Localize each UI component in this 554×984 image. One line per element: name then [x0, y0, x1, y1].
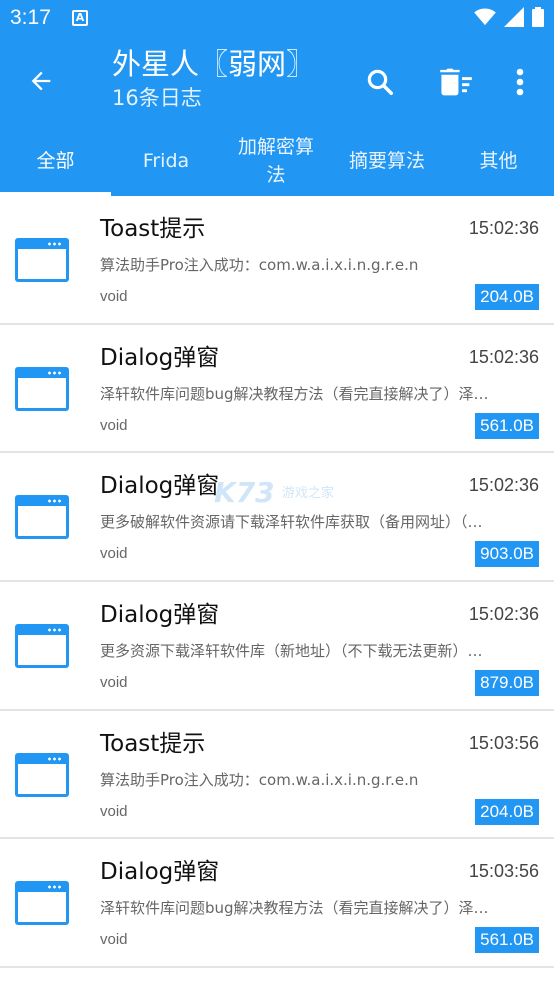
tab-all[interactable]: 全部	[0, 126, 111, 196]
status-time: 3:17	[10, 6, 51, 29]
log-desc: 泽轩软件库问题bug解决教程方法（看完直接解决了）泽…	[100, 899, 489, 918]
log-title: Dialog弹窗	[100, 473, 220, 500]
window-icon	[15, 752, 69, 797]
log-title: Dialog弹窗	[100, 602, 220, 629]
list-item[interactable]: Toast提示 15:03:56 算法助手Pro注入成功：com.w.a.i.x…	[0, 711, 554, 840]
window-icon	[15, 495, 69, 540]
log-title: Toast提示	[100, 216, 206, 242]
tab-other[interactable]: 其他	[443, 126, 554, 196]
signal-icon	[504, 7, 524, 27]
clear-logs-button[interactable]	[434, 60, 478, 104]
more-button[interactable]	[498, 60, 542, 104]
search-icon	[367, 69, 393, 95]
battery-icon	[532, 7, 544, 27]
log-time: 15:02:36	[468, 604, 539, 625]
size-badge: 204.0B	[475, 798, 539, 825]
log-time: 15:03:56	[468, 732, 539, 753]
tab-label: 摘要算法	[348, 150, 425, 172]
log-type: void	[100, 416, 128, 434]
log-title: Dialog弹窗	[100, 859, 220, 886]
title-block: 外星人〖弱网〗 16条日志	[112, 46, 315, 112]
log-list: Toast提示 15:02:36 算法助手Pro注入成功：com.w.a.i.x…	[0, 196, 554, 969]
tab-label: 其他	[479, 150, 518, 172]
back-button[interactable]	[18, 58, 64, 104]
status-bar: 3:17 A	[0, 0, 554, 36]
tab-crypto[interactable]: 加解密算法	[221, 126, 331, 196]
arrow-back-icon	[31, 71, 51, 91]
log-time: 15:03:56	[468, 861, 539, 882]
accessibility-a-icon: A	[72, 10, 88, 26]
log-time: 15:02:36	[468, 218, 539, 238]
list-item[interactable]: Toast提示 15:02:36 算法助手Pro注入成功：com.w.a.i.x…	[0, 196, 554, 325]
window-icon	[15, 624, 69, 669]
tab-frida[interactable]: Frida	[111, 126, 221, 196]
wifi-icon	[474, 8, 496, 26]
log-type: void	[100, 802, 128, 820]
tab-bar: 全部 Frida 加解密算法 摘要算法 其他	[0, 126, 554, 196]
log-type: void	[100, 931, 128, 949]
log-desc: 泽轩软件库问题bug解决教程方法（看完直接解决了）泽…	[100, 384, 489, 403]
log-title: Dialog弹窗	[100, 344, 220, 371]
status-icons	[474, 7, 544, 27]
list-item[interactable]: Dialog弹窗 15:02:36 更多破解软件资源请下载泽轩软件库获取（备用网…	[0, 453, 554, 583]
log-desc: 更多资源下载泽轩软件库（新地址）（不下载无法更新）…	[100, 642, 483, 661]
window-icon	[15, 238, 69, 282]
tab-label: 加解密算法	[237, 136, 314, 186]
window-icon	[15, 881, 69, 926]
size-badge: 204.0B	[475, 284, 539, 310]
window-icon	[15, 366, 69, 411]
list-item[interactable]: Dialog弹窗 15:02:36 泽轩软件库问题bug解决教程方法（看完直接解…	[0, 325, 554, 454]
size-badge: 879.0B	[475, 670, 539, 697]
log-count: 16条日志	[112, 86, 202, 110]
log-type: void	[100, 288, 128, 305]
list-item[interactable]: Dialog弹窗 15:03:56 泽轩软件库问题bug解决教程方法（看完直接解…	[0, 839, 554, 969]
size-badge: 561.0B	[475, 412, 539, 439]
log-type: void	[100, 674, 128, 692]
page-title: 外星人〖弱网〗	[112, 47, 316, 81]
tab-label: 全部	[36, 150, 75, 172]
log-title: Toast提示	[100, 730, 206, 757]
log-type: void	[100, 545, 128, 563]
delete-sweep-icon	[440, 68, 472, 96]
size-badge: 561.0B	[475, 927, 539, 954]
top-bar: 3:17 A 外星人〖弱网〗 16条日志 全部 Frida 加解密算法 摘要算法	[0, 0, 554, 196]
log-desc: 更多破解软件资源请下载泽轩软件库获取（备用网址）（…	[100, 513, 483, 532]
more-vert-icon	[516, 68, 524, 96]
tab-label: Frida	[142, 150, 190, 172]
log-time: 15:02:36	[468, 346, 539, 367]
log-time: 15:02:36	[468, 475, 539, 496]
search-button[interactable]	[358, 60, 402, 104]
app-bar: 外星人〖弱网〗 16条日志	[0, 36, 554, 126]
size-badge: 903.0B	[475, 541, 539, 568]
log-desc: 算法助手Pro注入成功：com.w.a.i.x.i.n.g.r.e.n	[100, 770, 419, 789]
list-item[interactable]: Dialog弹窗 15:02:36 更多资源下载泽轩软件库（新地址）（不下载无法…	[0, 582, 554, 711]
log-desc: 算法助手Pro注入成功：com.w.a.i.x.i.n.g.r.e.n	[100, 256, 419, 274]
k73-watermark: K73 游戏之家	[214, 476, 335, 509]
tab-digest[interactable]: 摘要算法	[331, 126, 443, 196]
